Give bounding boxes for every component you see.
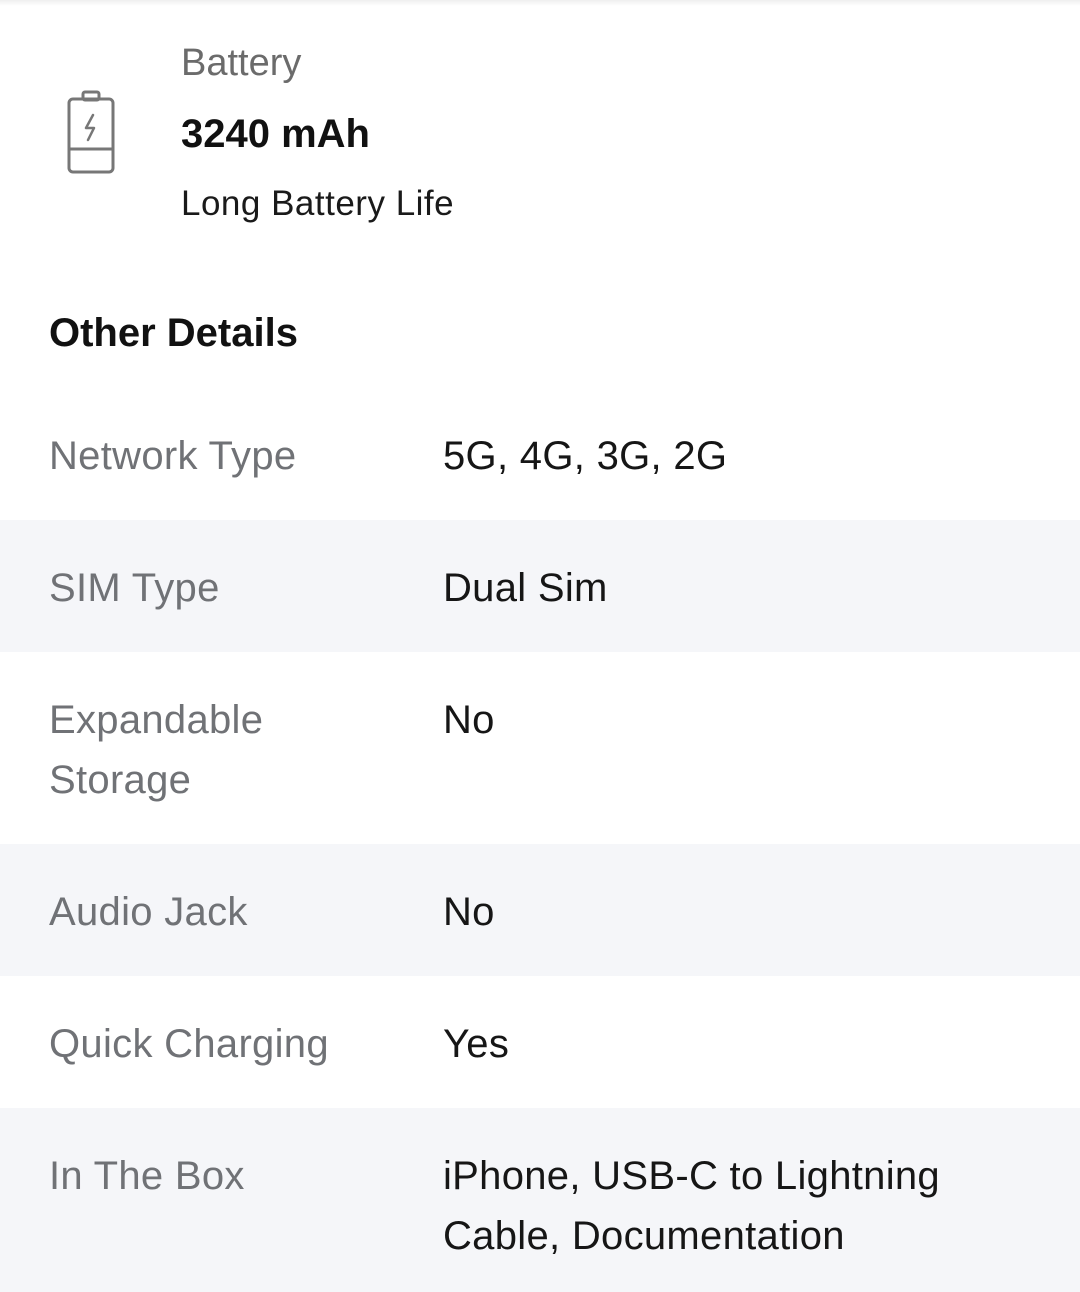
detail-value: iPhone, USB-C to Lightning Cable, Docume… bbox=[443, 1154, 940, 1258]
detail-row-audio-jack: Audio Jack No bbox=[0, 844, 1080, 976]
detail-key: Quick Charging bbox=[49, 1022, 329, 1066]
detail-key: Audio Jack bbox=[49, 890, 248, 934]
other-details-table: Network Type 5G, 4G, 3G, 2G SIM Type Dua… bbox=[0, 388, 1080, 1292]
detail-value: No bbox=[443, 890, 495, 934]
battery-subtitle: Long Battery Life bbox=[181, 184, 455, 223]
detail-key: In The Box bbox=[49, 1154, 245, 1198]
detail-value: Dual Sim bbox=[443, 566, 608, 610]
detail-value: No bbox=[443, 698, 495, 742]
detail-value: 5G, 4G, 3G, 2G bbox=[443, 434, 728, 478]
detail-key: SIM Type bbox=[49, 566, 220, 610]
battery-charging-icon bbox=[62, 88, 120, 180]
battery-label: Battery bbox=[181, 42, 302, 84]
detail-row-network-type: Network Type 5G, 4G, 3G, 2G bbox=[0, 388, 1080, 520]
detail-key: Expandable Storage bbox=[49, 698, 264, 802]
detail-row-expandable-storage: Expandable Storage No bbox=[0, 652, 1080, 844]
other-details-heading: Other Details bbox=[49, 311, 298, 355]
detail-row-sim-type: SIM Type Dual Sim bbox=[0, 520, 1080, 652]
detail-row-in-the-box: In The Box iPhone, USB-C to Lightning Ca… bbox=[0, 1108, 1080, 1292]
detail-value: Yes bbox=[443, 1022, 510, 1066]
detail-row-quick-charging: Quick Charging Yes bbox=[0, 976, 1080, 1108]
battery-capacity: 3240 mAh bbox=[181, 112, 370, 156]
battery-spec-card: Battery 3240 mAh Long Battery Life bbox=[0, 0, 1080, 260]
detail-key: Network Type bbox=[49, 434, 297, 478]
